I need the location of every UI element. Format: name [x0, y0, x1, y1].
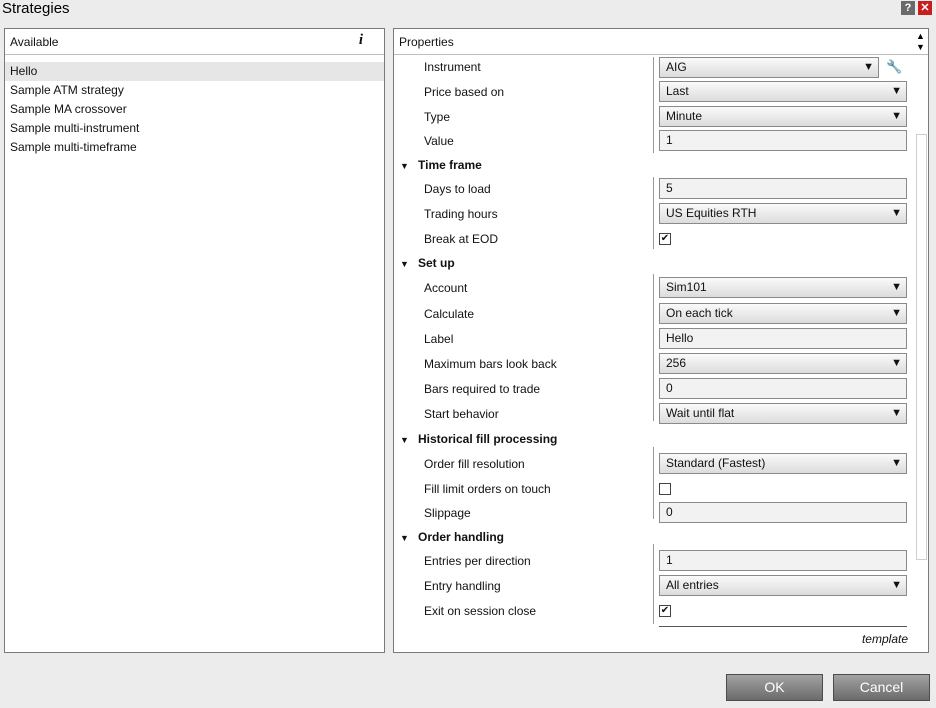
type-value: Minute [666, 109, 703, 123]
close-icon[interactable]: ✕ [918, 1, 932, 15]
category-time-frame[interactable]: ▼ Time frame [400, 155, 482, 176]
account-select[interactable]: Sim101 ▼ [659, 277, 907, 298]
collapse-arrow-icon: ▼ [400, 161, 409, 171]
days-to-load-input[interactable]: 5 [659, 178, 907, 199]
category-historical-fill[interactable]: ▼ Historical fill processing [400, 429, 557, 450]
column-separator [653, 57, 654, 153]
order-fill-resolution-value: Standard (Fastest) [666, 456, 766, 470]
chevron-down-icon: ▼ [891, 457, 902, 469]
order-fill-resolution-label: Order fill resolution [424, 457, 525, 471]
cancel-button[interactable]: Cancel [833, 674, 930, 701]
max-bars-look-back-label: Maximum bars look back [424, 357, 557, 371]
instrument-label: Instrument [424, 60, 481, 74]
help-icon[interactable]: ? [901, 1, 915, 15]
chevron-down-icon: ▼ [891, 110, 902, 122]
instrument-value: AIG [666, 60, 687, 74]
chevron-down-icon: ▼ [891, 407, 902, 419]
start-behavior-label: Start behavior [424, 407, 499, 421]
label-label: Label [424, 332, 454, 346]
strategy-list-item[interactable]: Sample multi-timeframe [5, 138, 384, 157]
column-separator [653, 274, 654, 421]
chevron-down-icon: ▼ [891, 579, 902, 591]
column-separator [653, 447, 654, 519]
entry-handling-value: All entries [666, 578, 719, 592]
column-separator [653, 544, 654, 624]
strategy-list-item[interactable]: Sample ATM strategy [5, 81, 384, 100]
info-icon[interactable]: i [359, 32, 363, 49]
chevron-down-icon: ▼ [891, 281, 902, 293]
category-label: Set up [418, 256, 455, 270]
break-at-eod-label: Break at EOD [424, 232, 499, 246]
chevron-down-icon: ▼ [891, 307, 902, 319]
trading-hours-select[interactable]: US Equities RTH ▼ [659, 203, 907, 224]
chevron-down-icon: ▼ [891, 207, 902, 219]
entry-handling-label: Entry handling [424, 579, 501, 593]
type-label: Type [424, 110, 451, 124]
entry-handling-select[interactable]: All entries ▼ [659, 575, 907, 596]
bars-required-label: Bars required to trade [424, 382, 541, 396]
value-input[interactable]: 1 [659, 130, 907, 151]
divider [659, 626, 907, 627]
start-behavior-select[interactable]: Wait until flat ▼ [659, 403, 907, 424]
collapse-arrow-icon: ▼ [400, 259, 409, 269]
title-bar: Strategies ? ✕ [0, 0, 936, 18]
available-header-label: Available [10, 35, 59, 49]
calculate-value: On each tick [666, 306, 733, 320]
slippage-label: Slippage [424, 506, 471, 520]
price-based-on-value: Last [666, 84, 689, 98]
strategy-list-item[interactable]: Hello [5, 62, 384, 81]
start-behavior-value: Wait until flat [666, 406, 735, 420]
account-value: Sim101 [666, 280, 707, 294]
strategy-list-item[interactable]: Sample multi-instrument [5, 119, 384, 138]
calculate-select[interactable]: On each tick ▼ [659, 303, 907, 324]
price-based-on-label: Price based on [424, 85, 505, 99]
exit-on-session-close-label: Exit on session close [424, 604, 537, 618]
max-bars-look-back-value: 256 [666, 356, 687, 370]
window-title: Strategies [2, 0, 70, 17]
calculate-label: Calculate [424, 307, 475, 321]
bars-required-input[interactable]: 0 [659, 378, 907, 399]
slippage-input[interactable]: 0 [659, 502, 907, 523]
strategy-list-item[interactable]: Sample MA crossover [5, 100, 384, 119]
instrument-select[interactable]: AIG ▼ [659, 57, 879, 78]
price-based-on-select[interactable]: Last ▼ [659, 81, 907, 102]
days-to-load-label: Days to load [424, 182, 491, 196]
scroll-arrows[interactable]: ▲ ▼ [916, 31, 925, 53]
category-label: Order handling [418, 530, 505, 544]
properties-panel: Properties ▲ ▼ Instrument AIG ▼ 🔧 Price b… [393, 28, 929, 653]
max-bars-look-back-select[interactable]: 256 ▼ [659, 353, 907, 374]
available-header: Available i [5, 29, 384, 55]
column-separator [653, 177, 654, 249]
exit-on-session-close-checkbox[interactable]: ✔ [659, 605, 671, 617]
category-set-up[interactable]: ▼ Set up [400, 253, 455, 274]
properties-header-label: Properties [399, 35, 454, 49]
fill-limit-orders-checkbox[interactable] [659, 483, 671, 495]
template-link[interactable]: template [862, 632, 908, 646]
scrollbar-thumb[interactable] [916, 134, 927, 560]
entries-per-direction-label: Entries per direction [424, 554, 531, 568]
type-select[interactable]: Minute ▼ [659, 106, 907, 127]
chevron-down-icon: ▼ [891, 357, 902, 369]
category-label: Time frame [418, 158, 482, 172]
order-fill-resolution-select[interactable]: Standard (Fastest) ▼ [659, 453, 907, 474]
wrench-icon[interactable]: 🔧 [886, 59, 902, 75]
collapse-arrow-icon: ▼ [400, 435, 409, 445]
collapse-arrow-icon: ▼ [400, 533, 409, 543]
category-label: Historical fill processing [418, 432, 558, 446]
fill-limit-orders-label: Fill limit orders on touch [424, 482, 551, 496]
properties-header: Properties ▲ ▼ [394, 29, 928, 55]
chevron-down-icon: ▼ [891, 85, 902, 97]
available-panel: Available i Hello Sample ATM strategy Sa… [4, 28, 385, 653]
value-label: Value [424, 134, 454, 148]
chevron-down-icon: ▼ [863, 61, 874, 73]
ok-button[interactable]: OK [726, 674, 823, 701]
account-label: Account [424, 281, 468, 295]
entries-per-direction-input[interactable]: 1 [659, 550, 907, 571]
trading-hours-value: US Equities RTH [666, 206, 757, 220]
trading-hours-label: Trading hours [424, 207, 498, 221]
break-at-eod-checkbox[interactable]: ✔ [659, 233, 671, 245]
category-order-handling[interactable]: ▼ Order handling [400, 527, 504, 548]
label-input[interactable]: Hello [659, 328, 907, 349]
